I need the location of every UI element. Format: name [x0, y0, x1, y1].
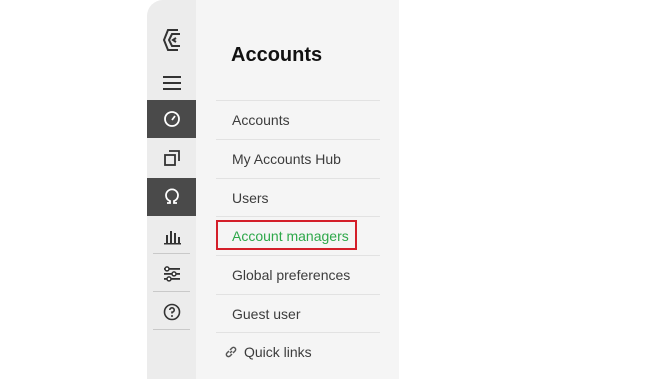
copy-window-icon[interactable]	[147, 139, 196, 177]
menu-divider	[216, 332, 380, 333]
link-icon	[225, 346, 237, 358]
omega-icon[interactable]	[147, 178, 196, 216]
menu-item-accounts[interactable]: Accounts	[216, 100, 380, 138]
help-circle-icon[interactable]	[147, 293, 196, 331]
accounts-panel: Accounts Accounts My Accounts Hub Users …	[196, 0, 399, 379]
logo-icon[interactable]	[147, 21, 196, 59]
bar-chart-icon[interactable]	[147, 217, 196, 255]
quick-links[interactable]: Quick links	[224, 340, 312, 364]
menu-item-users[interactable]: Users	[216, 178, 380, 216]
page-title: Accounts	[231, 44, 323, 66]
settings-sliders-icon[interactable]	[147, 255, 196, 293]
menu-item-my-accounts-hub[interactable]: My Accounts Hub	[216, 139, 380, 177]
menu-item-global-preferences[interactable]: Global preferences	[216, 255, 380, 293]
speedometer-icon[interactable]	[147, 100, 196, 138]
side-rail	[147, 0, 196, 379]
menu-item-guest-user[interactable]: Guest user	[216, 294, 380, 332]
menu-item-account-managers[interactable]: Account managers	[216, 216, 380, 254]
quick-links-label: Quick links	[244, 344, 312, 360]
hamburger-menu-icon[interactable]	[147, 64, 196, 102]
